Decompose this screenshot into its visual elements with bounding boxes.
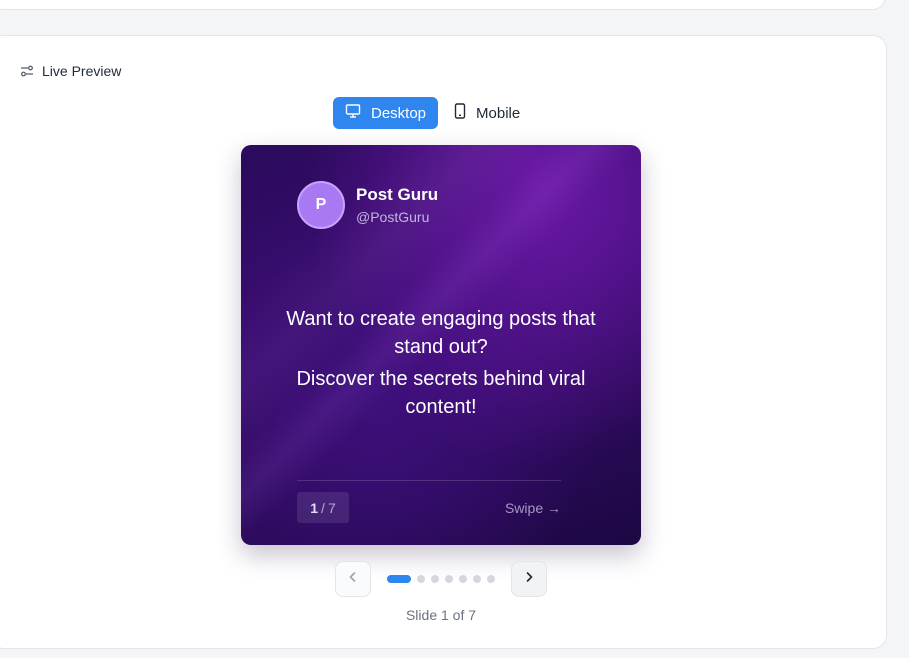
desktop-label: Desktop [371, 104, 427, 122]
slide-dot[interactable] [473, 575, 481, 583]
counter-current: 1 [310, 499, 319, 516]
carousel-slide: P Post Guru @PostGuru Want to create eng… [241, 145, 641, 545]
preview-title: Live Preview [42, 63, 122, 79]
swipe-hint: Swipe → [504, 500, 561, 516]
smartphone-icon [454, 103, 466, 123]
live-preview-card: Live Preview Desktop Mobile P Post Guru … [0, 35, 887, 649]
slide-dot[interactable] [387, 575, 411, 583]
next-slide-button[interactable] [511, 561, 547, 597]
slide-text-line: Discover the secrets behind viral conten… [296, 368, 586, 418]
author-handle: @PostGuru [356, 209, 430, 225]
slide-indicator-dots [387, 575, 495, 583]
avatar: P [297, 181, 345, 229]
sliders-icon [20, 64, 34, 78]
preview-header: Live Preview [20, 63, 121, 79]
slide-caption: Slide 1 of 7 [405, 607, 477, 623]
slide-body: Want to create engaging posts that stand… [271, 305, 611, 421]
slide-dot[interactable] [431, 575, 439, 583]
previous-section-card [0, 0, 886, 10]
slide-dot[interactable] [417, 575, 425, 583]
slide-dot[interactable] [445, 575, 453, 583]
slide-text-line: Want to create engaging posts that stand… [286, 308, 596, 358]
chevron-right-icon [523, 570, 535, 588]
author-name: Post Guru [356, 185, 439, 204]
chevron-left-icon [347, 570, 359, 588]
slide-dot[interactable] [487, 575, 495, 583]
slide-divider [297, 480, 561, 481]
counter-separator: / [321, 499, 325, 516]
device-toggle: Desktop Mobile [333, 97, 532, 129]
mobile-toggle-button[interactable]: Mobile [442, 97, 532, 129]
mobile-label: Mobile [476, 104, 521, 122]
monitor-icon [345, 103, 361, 123]
previous-slide-button[interactable] [335, 561, 371, 597]
counter-total: 7 [327, 499, 336, 516]
slide-dot[interactable] [459, 575, 467, 583]
desktop-toggle-button[interactable]: Desktop [333, 97, 439, 129]
slide-counter: 1 / 7 [297, 492, 349, 523]
